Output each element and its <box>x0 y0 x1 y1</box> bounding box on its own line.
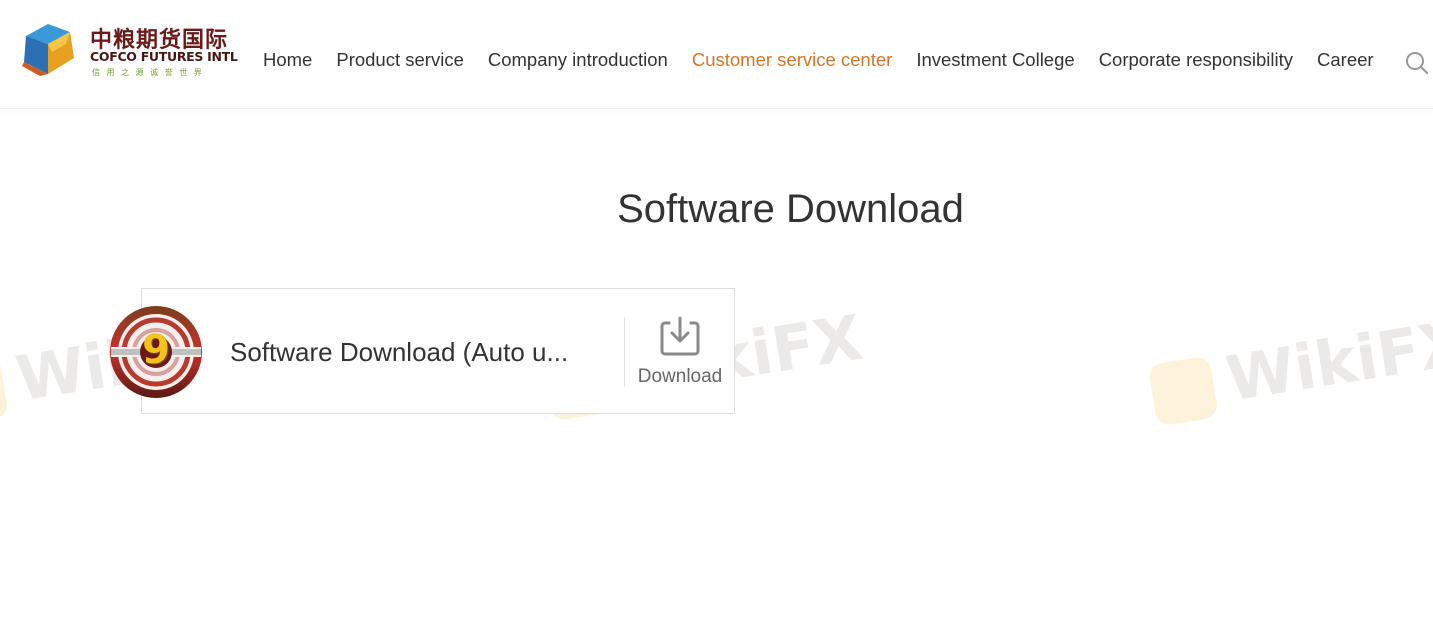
nav-item-home[interactable]: Home <box>263 47 312 73</box>
search-icon <box>1406 52 1429 75</box>
download-label: Download <box>637 366 723 387</box>
nav-item-investment-college[interactable]: Investment College <box>916 47 1074 73</box>
software-card: 9 Software Download (Auto u... Download <box>110 288 735 414</box>
watermark-badge-icon <box>1147 355 1219 427</box>
software-name: Software Download (Auto u... <box>230 337 569 367</box>
page-title: Software Download <box>617 187 964 231</box>
logo-slogan: 信 用 之 源 诚 誉 世 界 <box>92 68 204 77</box>
nav-item-product-service[interactable]: Product service <box>336 47 464 73</box>
logo-english-name: COFCO FUTURES INTL <box>90 49 238 64</box>
cube-logo-icon <box>22 24 74 76</box>
download-button[interactable]: Download <box>631 311 729 391</box>
watermark: WikiFX <box>1146 306 1433 428</box>
software-9-logo-icon: 9 <box>107 303 205 401</box>
download-tray-icon <box>660 316 700 356</box>
software-icon-number: 9 <box>142 327 170 373</box>
company-logo[interactable]: 中粮期货国际 COFCO FUTURES INTL 信 用 之 源 诚 誉 世 … <box>18 16 250 80</box>
nav-item-customer-service-center[interactable]: Customer service center <box>692 47 892 73</box>
search-button[interactable] <box>1404 50 1430 76</box>
site-header: 中粮期货国际 COFCO FUTURES INTL 信 用 之 源 诚 誉 世 … <box>0 0 1433 109</box>
nav-item-career[interactable]: Career <box>1317 47 1374 73</box>
main-nav: Home Product service Company introductio… <box>263 47 1374 73</box>
watermark-badge-icon <box>0 355 9 427</box>
card-divider <box>624 317 625 387</box>
nav-item-corporate-responsibility[interactable]: Corporate responsibility <box>1099 47 1293 73</box>
nav-item-company-introduction[interactable]: Company introduction <box>488 47 668 73</box>
